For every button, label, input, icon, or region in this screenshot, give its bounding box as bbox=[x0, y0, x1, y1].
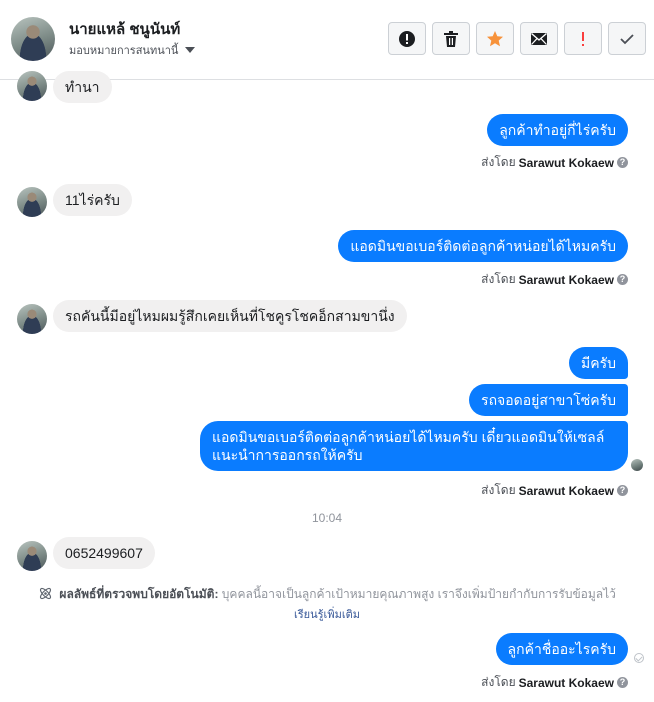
notice-text: บุคคลนี้อาจเป็นลูกค้าเป้าหมายคุณภาพสูง เ… bbox=[221, 587, 616, 601]
check-icon bbox=[620, 33, 634, 44]
mark-done-button[interactable] bbox=[608, 22, 646, 55]
incoming-message[interactable]: รถคันนี้มีอยู่ไหมผมรู้สึกเคยเห็นที่โชคูร… bbox=[53, 300, 407, 332]
contact-avatar-small bbox=[17, 187, 47, 217]
exclamation-icon bbox=[582, 31, 584, 46]
learn-more-link[interactable]: เรียนรู้เพิ่มเติม bbox=[0, 605, 654, 623]
outgoing-message[interactable]: ลูกค้าชื่ออะไรครับ bbox=[495, 633, 628, 665]
star-icon bbox=[487, 30, 503, 46]
alert-circle-icon bbox=[399, 30, 415, 47]
sender-name: Sarawut Kokaew bbox=[518, 675, 614, 690]
contact-avatar[interactable] bbox=[11, 17, 55, 61]
notice-title: ผลลัพธ์ที่ตรวจพบโดยอัตโนมัติ: bbox=[59, 587, 219, 601]
sent-by-label: ส่งโดย Sarawut Kokaew ? bbox=[481, 481, 628, 500]
trash-icon bbox=[444, 30, 458, 47]
incoming-message[interactable]: 11ไร่ครับ bbox=[53, 184, 132, 216]
outgoing-message[interactable]: แอดมินขอเบอร์ติดต่อลูกค้าหน่อยได้ไหมครับ bbox=[338, 230, 628, 262]
delete-button[interactable] bbox=[432, 22, 470, 55]
sender-name: Sarawut Kokaew bbox=[518, 483, 614, 498]
contact-name[interactable]: นายแหล้ ชนูนันท์ bbox=[69, 17, 180, 41]
contact-avatar-small bbox=[17, 541, 47, 571]
star-button[interactable] bbox=[476, 22, 514, 55]
message-timestamp: 10:04 bbox=[311, 511, 343, 525]
help-icon[interactable]: ? bbox=[617, 677, 628, 688]
message-thread[interactable]: ทำนา ลูกค้าทำอยู่กี่ไร่ครับ ส่งโดย Saraw… bbox=[0, 71, 654, 702]
assign-conversation-dropdown[interactable]: มอบหมายการสนทนานี้ bbox=[69, 41, 196, 59]
help-icon[interactable]: ? bbox=[617, 485, 628, 496]
outgoing-message[interactable]: แอดมินขอเบอร์ติดต่อลูกค้าหน่อยได้ไหมครับ… bbox=[200, 421, 628, 471]
sender-name: Sarawut Kokaew bbox=[518, 272, 614, 287]
assign-label: มอบหมายการสนทนานี้ bbox=[69, 45, 179, 57]
envelope-icon bbox=[531, 32, 547, 45]
sent-by-label: ส่งโดย Sarawut Kokaew ? bbox=[481, 153, 628, 172]
conversation-header: นายแหล้ ชนูนันท์ มอบหมายการสนทนานี้ bbox=[0, 0, 654, 80]
incoming-message[interactable]: 0652499607 bbox=[53, 537, 155, 569]
help-icon[interactable]: ? bbox=[617, 157, 628, 168]
mark-spam-button[interactable] bbox=[388, 22, 426, 55]
atom-icon bbox=[40, 587, 52, 600]
sender-name: Sarawut Kokaew bbox=[518, 155, 614, 170]
sent-by-prefix: ส่งโดย bbox=[481, 155, 516, 169]
sent-status-icon bbox=[634, 653, 644, 663]
caret-down-icon bbox=[185, 47, 196, 53]
incoming-message[interactable]: ทำนา bbox=[53, 71, 112, 103]
mark-unread-button[interactable] bbox=[520, 22, 558, 55]
outgoing-message[interactable]: ลูกค้าทำอยู่กี่ไร่ครับ bbox=[487, 114, 628, 146]
seen-avatar bbox=[631, 459, 643, 471]
sent-by-label: ส่งโดย Sarawut Kokaew ? bbox=[481, 673, 628, 692]
contact-avatar-small bbox=[17, 304, 47, 334]
sent-by-label: ส่งโดย Sarawut Kokaew ? bbox=[481, 270, 628, 289]
contact-avatar-small bbox=[17, 71, 47, 101]
sent-by-prefix: ส่งโดย bbox=[481, 272, 516, 286]
outgoing-message[interactable]: รถจอดอยู่สาขาโซ่ครับ bbox=[469, 384, 628, 416]
follow-up-button[interactable] bbox=[564, 22, 602, 55]
sent-by-prefix: ส่งโดย bbox=[481, 483, 516, 497]
conversation-actions bbox=[388, 22, 646, 55]
help-icon[interactable]: ? bbox=[617, 274, 628, 285]
auto-detect-notice: ผลลัพธ์ที่ตรวจพบโดยอัตโนมัติ: บุคคลนี้อา… bbox=[0, 585, 654, 604]
outgoing-message[interactable]: มีครับ bbox=[569, 347, 628, 379]
sent-by-prefix: ส่งโดย bbox=[481, 675, 516, 689]
